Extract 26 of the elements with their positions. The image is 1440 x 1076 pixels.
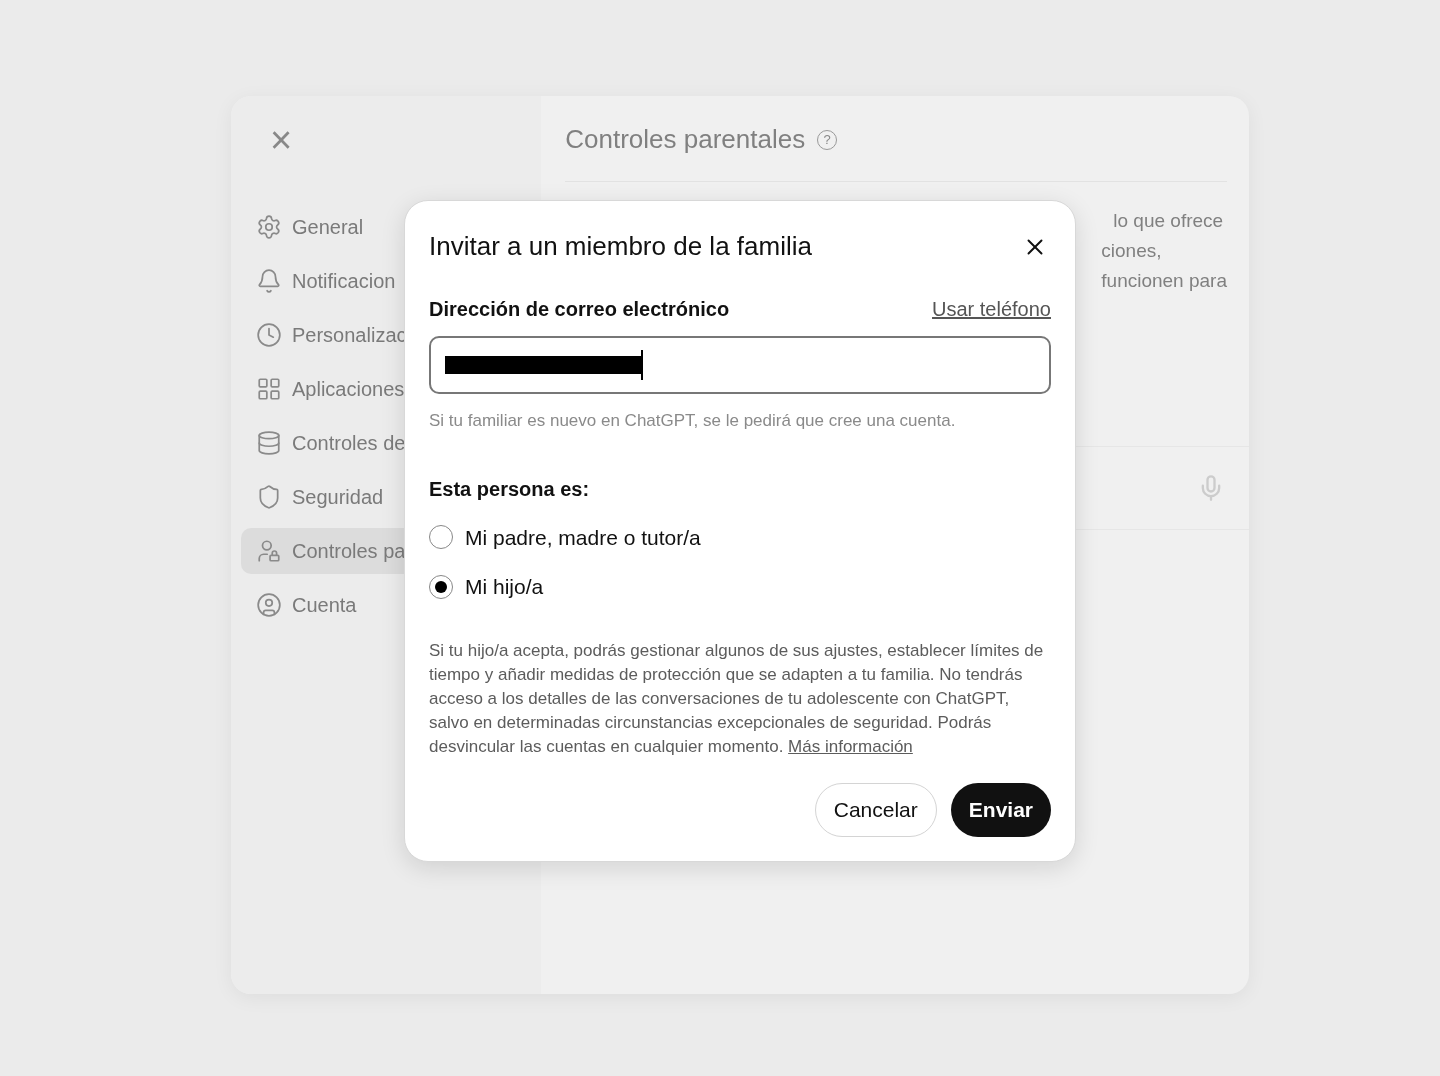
- description-text: ciones,: [1101, 239, 1163, 263]
- description-text: funcionen para: [1101, 269, 1227, 293]
- send-button[interactable]: Enviar: [950, 783, 1051, 837]
- gear-icon: [256, 214, 282, 240]
- shield-icon: [256, 484, 282, 510]
- page-title: Controles parentales: [565, 123, 806, 156]
- use-phone-link[interactable]: Usar teléfono: [932, 294, 1051, 324]
- clock-icon: [256, 322, 282, 348]
- close-button[interactable]: ×: [261, 126, 301, 154]
- dialog-title: Invitar a un miembro de la familia: [429, 230, 812, 263]
- hint-text: Si tu familiar es nuevo en ChatGPT, se le pedirá que cree una cuenta.: [429, 410, 957, 432]
- user-lock-icon: [256, 538, 282, 564]
- info-paragraph: Si tu hijo/a acepta, podrás gestionar algunos de sus ajustes, establecer límites de tiempo y añadir medidas de protección que se adapten a tu familia. No tendrás acceso a los detalles de las conversaciones de tu adolescente con ChatGPT, salvo en determinadas circunstancias excepcionales de seguridad. Podrás desvincular las cuentas en cualquier momento. Más información: [429, 639, 1045, 758]
- user-icon: [256, 592, 282, 618]
- question-label: Esta persona es:: [429, 476, 591, 502]
- grid-icon: [256, 376, 282, 402]
- text-cursor: [641, 350, 643, 380]
- cancel-button[interactable]: Cancelar: [814, 783, 937, 837]
- description-text: lo que ofrece: [1112, 209, 1225, 233]
- bell-icon: [256, 268, 282, 294]
- more-info-link[interactable]: Más información: [788, 736, 913, 756]
- email-field[interactable]: [429, 336, 1051, 394]
- field-label: Dirección de correo electrónico: [429, 297, 730, 322]
- database-icon: [256, 430, 282, 456]
- radio-option[interactable]: Mi hijo/a: [429, 571, 1051, 603]
- sidebar-item[interactable]: Aplicaciones: [241, 366, 532, 412]
